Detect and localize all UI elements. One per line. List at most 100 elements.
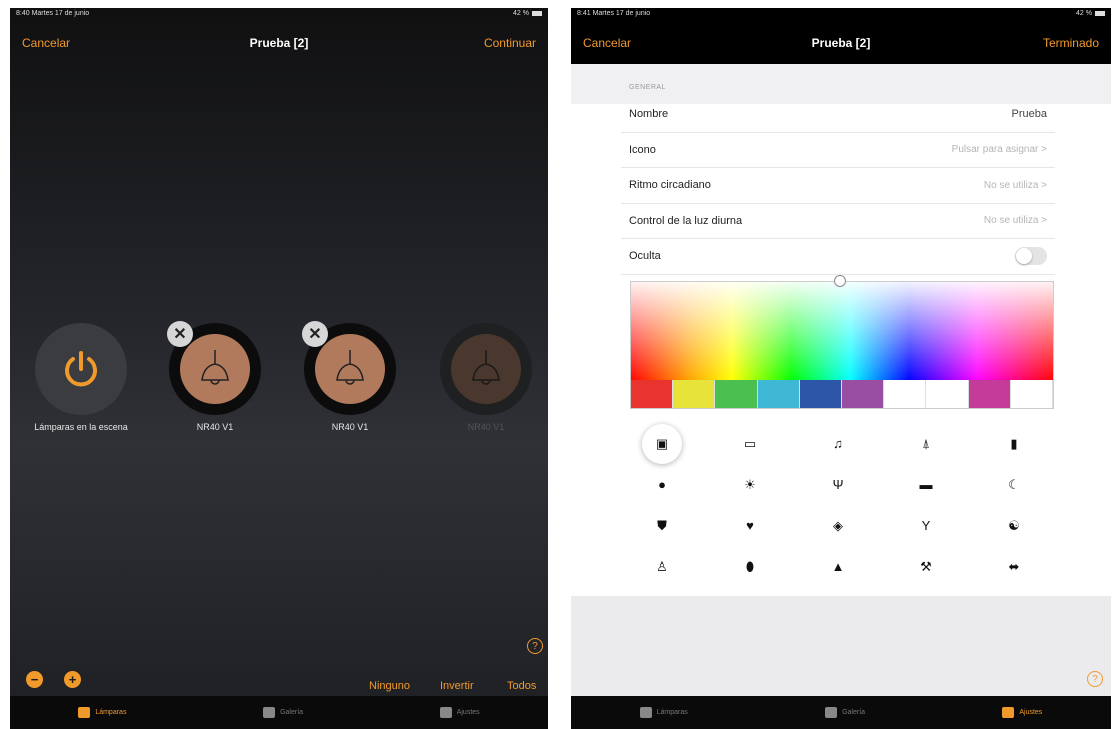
tab-settings[interactable]: Ajustes (1002, 707, 1042, 718)
moon-icon[interactable]: ☾ (970, 464, 1058, 505)
icon-label: Icono (629, 143, 656, 156)
status-date: Martes 17 de junio (592, 10, 651, 17)
color-spectrum[interactable] (631, 282, 1053, 382)
circadian-row[interactable]: Ritmo circadiano No se utiliza > (621, 168, 1055, 204)
balloon-icon[interactable]: ⬮ (706, 546, 794, 587)
zoom-in-button[interactable]: + (64, 671, 81, 688)
help-icon[interactable]: ? (1087, 671, 1103, 687)
dumbbell-icon[interactable]: ⬌ (970, 546, 1058, 587)
color-swatch[interactable] (968, 380, 1011, 408)
daylight-row[interactable]: Control de la luz diurna No se utiliza > (621, 204, 1055, 239)
tab-gallery-label: Galería (842, 709, 866, 716)
lamp-2[interactable]: ✕ (302, 321, 396, 415)
daylight-value: No se utiliza > (983, 215, 1047, 227)
color-swatch[interactable] (673, 380, 716, 408)
color-picker[interactable] (630, 281, 1054, 409)
yin-yang-icon-glyph: ☯ (1008, 517, 1020, 533)
battery-level: 42 % (513, 10, 529, 17)
tab-settings[interactable]: Ajustes (439, 707, 480, 718)
tab-gallery[interactable]: Galería (263, 707, 303, 718)
wine-glass-icon[interactable]: Y (882, 505, 970, 546)
status-bar: 8:41 Martes 17 de junio 42 % (571, 8, 1111, 22)
remove-lamp-1-button[interactable]: ✕ (167, 321, 193, 347)
scene-settings-screen: 8:41 Martes 17 de junio 42 % Cancelar Pr… (571, 8, 1111, 729)
page-title: Prueba [2] (811, 36, 871, 50)
zoom-out-button[interactable]: − (26, 671, 43, 688)
lamp-2-swatch (315, 334, 385, 404)
lamp-3[interactable] (440, 323, 532, 415)
archive-icon[interactable]: ▣ (618, 423, 706, 464)
lamp-2-label: NR40 V1 (331, 422, 369, 432)
hidden-toggle[interactable] (1015, 247, 1047, 266)
circadian-label: Ritmo circadiano (629, 179, 711, 192)
sun-icon-glyph: ☀ (744, 476, 756, 492)
tab-gallery[interactable]: Galería (825, 707, 865, 718)
tab-lamps[interactable]: Lámparas (78, 707, 126, 718)
done-button[interactable]: Terminado (1039, 36, 1099, 50)
status-bar: 8:40 Martes 17 de junio 42 % (10, 8, 548, 22)
color-picker-handle[interactable] (834, 275, 846, 287)
color-swatch[interactable] (631, 380, 674, 408)
shield-icon[interactable]: ⛊ (618, 505, 706, 546)
hammer-icon[interactable]: ⚒ (882, 546, 970, 587)
color-swatch[interactable] (884, 380, 927, 408)
tab-lamps[interactable]: Lámparas (639, 707, 688, 718)
power-icon (65, 351, 97, 387)
color-swatch[interactable] (757, 380, 800, 408)
section-header: GENERAL (629, 84, 666, 91)
monitor-icon[interactable]: ▭ (706, 423, 794, 464)
sun-icon[interactable]: ☀ (706, 464, 794, 505)
heart-icon[interactable]: ♥ (706, 505, 794, 546)
lamp-3-label: NR40 V1 (467, 422, 505, 432)
bell-icon[interactable]: ⍋ (882, 423, 970, 464)
continue-button[interactable]: Continuar (476, 36, 536, 50)
battery-level: 42 % (1076, 10, 1092, 17)
music-icon[interactable]: ♫ (794, 423, 882, 464)
yin-yang-icon[interactable]: ☯ (970, 505, 1058, 546)
status-time: 8:40 (16, 10, 30, 17)
bell-icon-glyph: ⍋ (922, 435, 930, 451)
color-swatch[interactable] (926, 380, 969, 408)
pendant-lamp-icon (201, 350, 229, 385)
circle-icon-glyph: ● (658, 477, 666, 492)
cancel-button[interactable]: Cancelar (22, 36, 82, 50)
lamp-1-label: NR40 V1 (196, 422, 234, 432)
battery-icon (1095, 10, 1105, 16)
tree-icon-glyph: ▲ (831, 559, 845, 574)
pendant-lamp-icon (336, 350, 364, 385)
lamp-1[interactable]: ✕ (167, 321, 261, 415)
book-icon[interactable]: ▮ (970, 423, 1058, 464)
cutlery-icon[interactable]: Ψ (794, 464, 882, 505)
music-icon-glyph: ♫ (833, 436, 843, 451)
color-swatch[interactable] (799, 380, 843, 408)
icon-grid: ▣ ▭ ♫ ⍋ ▮ ● ☀ Ψ ▬ ☾ ⛊ ♥ ◈ Y ☯ ♙ ⬮ ▲ ⚒ ⬌ (618, 423, 1058, 587)
tab-bar: Lámparas Galería Ajustes (571, 696, 1111, 729)
cancel-button[interactable]: Cancelar (583, 36, 643, 50)
invert-selection-button[interactable]: Invertir (440, 680, 474, 692)
color-swatch[interactable] (1010, 380, 1053, 408)
name-row[interactable]: Nombre Prueba (621, 97, 1055, 133)
person-icon[interactable]: ♙ (618, 546, 706, 587)
color-swatch[interactable] (842, 380, 885, 408)
bed-icon[interactable]: ▬ (882, 464, 970, 505)
help-icon[interactable]: ? (527, 638, 543, 654)
tab-lamps-label: Lámparas (95, 709, 127, 716)
nav-bar: Cancelar Prueba [2] Terminado (571, 22, 1111, 64)
cutlery-icon-glyph: Ψ (832, 477, 844, 492)
bed-icon-glyph: ▬ (919, 477, 933, 492)
settings-icon (1002, 707, 1015, 718)
name-value[interactable]: Prueba (1012, 108, 1047, 120)
remove-lamp-2-button[interactable]: ✕ (302, 321, 328, 347)
lamp-1-swatch (180, 334, 250, 404)
tag-icon[interactable]: ◈ (794, 505, 882, 546)
icon-row[interactable]: Icono Pulsar para asignar > (621, 133, 1055, 168)
select-all-button[interactable]: Todos (507, 680, 536, 692)
select-none-button[interactable]: Ninguno (369, 680, 410, 692)
book-icon-glyph: ▮ (1010, 435, 1018, 451)
heart-icon-glyph: ♥ (746, 518, 754, 533)
circle-icon[interactable]: ● (618, 464, 706, 505)
pendant-lamp-icon (472, 350, 500, 385)
tree-icon[interactable]: ▲ (794, 546, 882, 587)
color-swatch[interactable] (715, 380, 758, 408)
power-button[interactable] (35, 323, 127, 415)
